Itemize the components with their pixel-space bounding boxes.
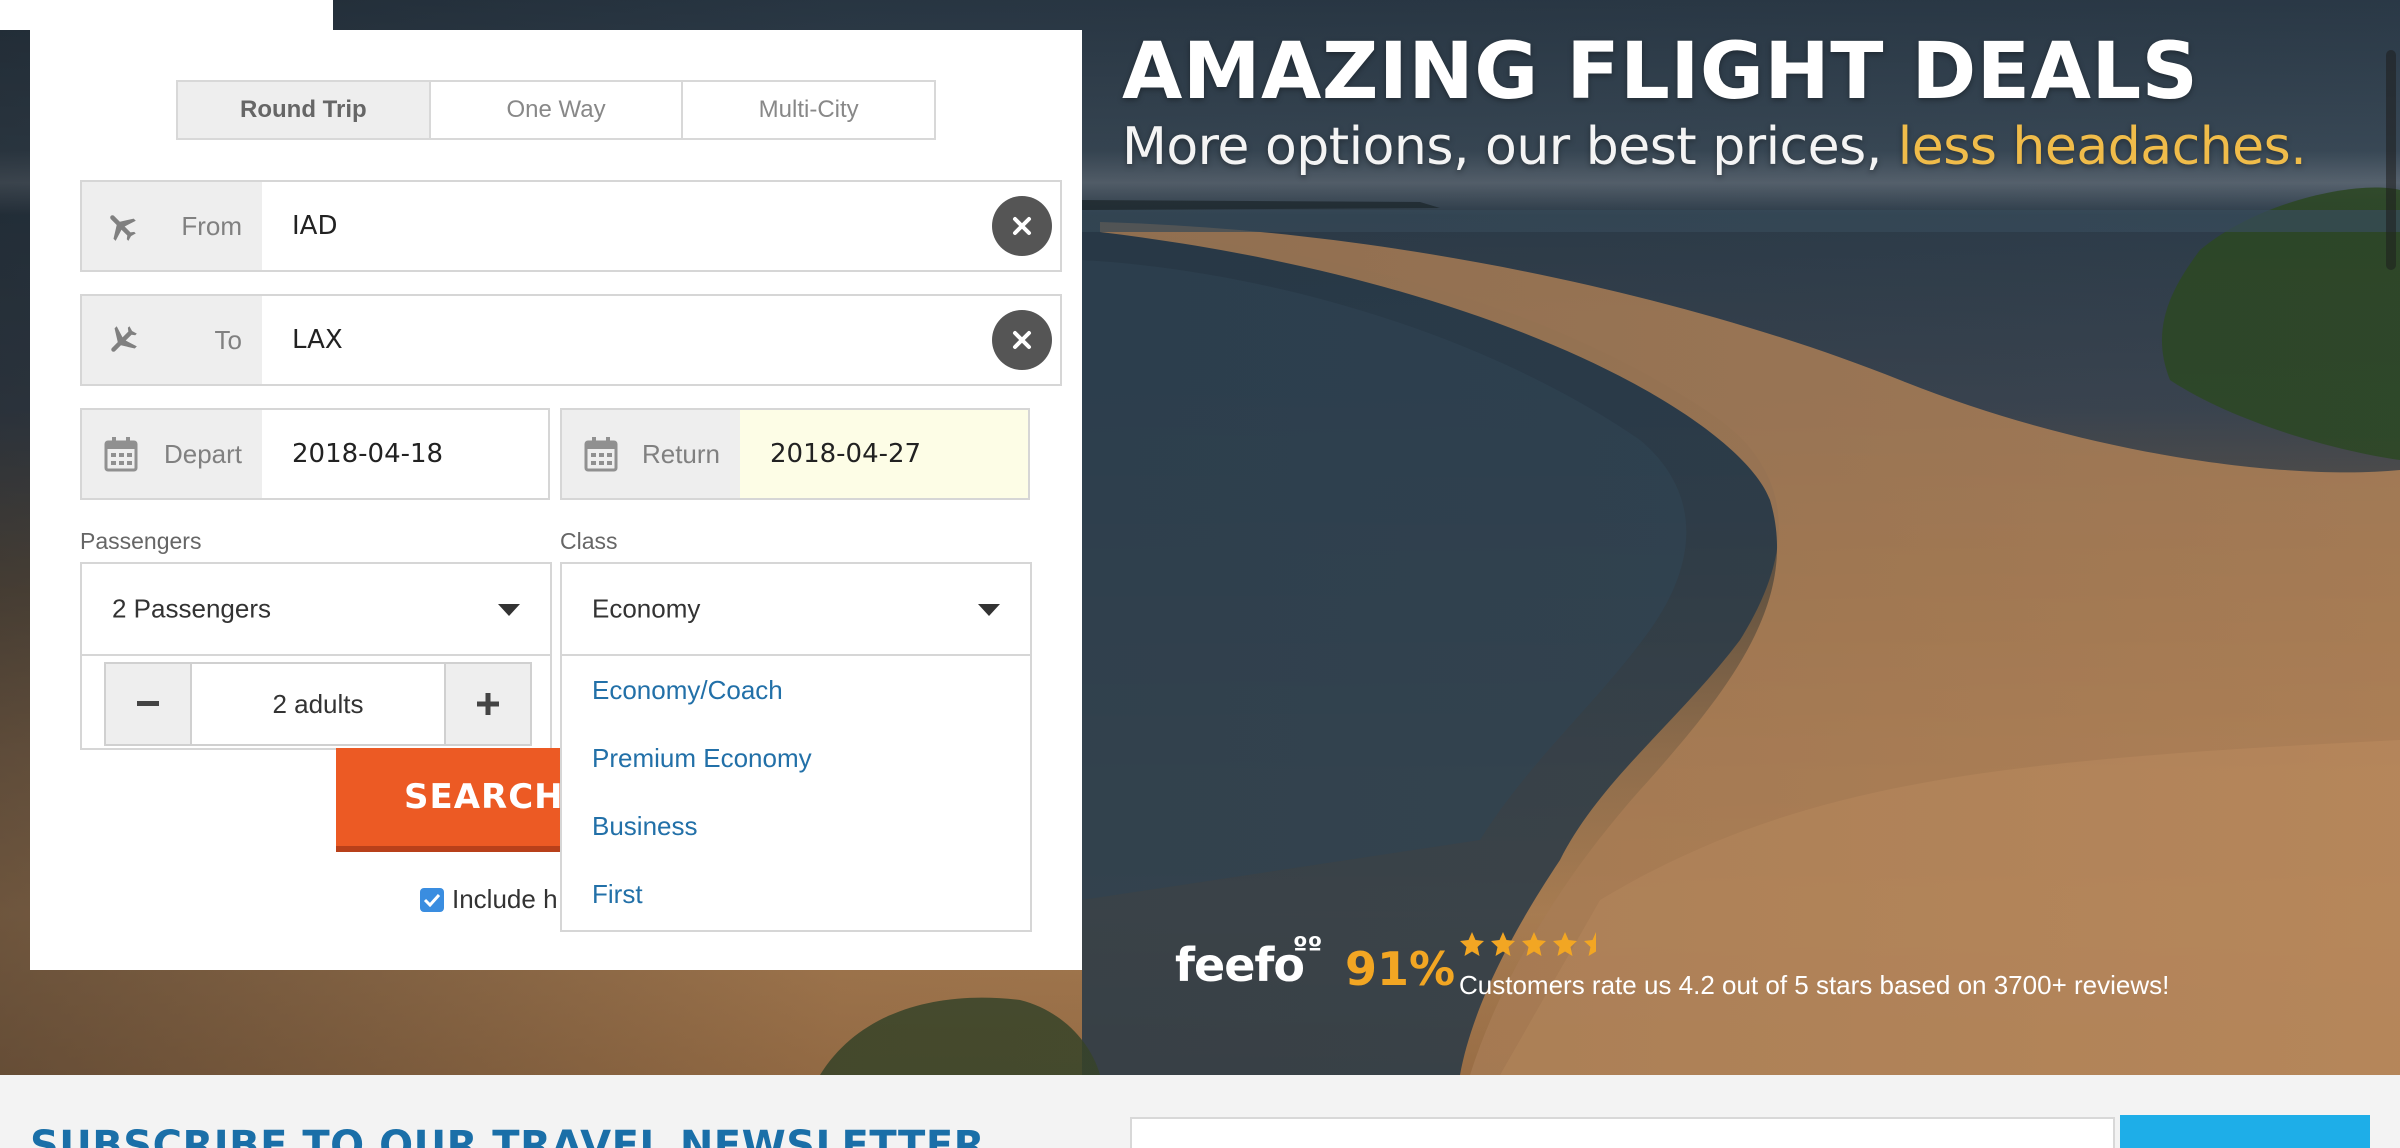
class-select[interactable]: Economy <box>560 562 1032 656</box>
newsletter-title: SUBSCRIBE TO OUR TRAVEL NEWSLETTER <box>30 1123 985 1148</box>
depart-label: Depart <box>163 438 242 469</box>
return-date-input[interactable] <box>740 410 1028 498</box>
decrement-adults-button[interactable] <box>106 664 192 744</box>
tab-round-trip[interactable]: Round Trip <box>178 82 429 138</box>
from-field: From <box>80 180 1062 272</box>
close-icon <box>1013 331 1031 349</box>
search-button[interactable]: SEARCH <box>336 748 582 852</box>
depart-date-input[interactable] <box>262 410 548 498</box>
return-label: Return <box>641 438 720 469</box>
newsletter-section: SUBSCRIBE TO OUR TRAVEL NEWSLETTER <box>0 1075 2400 1148</box>
passengers-select[interactable]: 2 Passengers <box>80 562 552 656</box>
increment-adults-button[interactable] <box>444 664 530 744</box>
depart-field: Depart <box>80 408 550 500</box>
return-field: Return <box>560 408 1030 500</box>
passengers-label: Passengers <box>80 528 202 554</box>
tab-one-way[interactable]: One Way <box>428 82 682 138</box>
star-rating-icon <box>1459 930 1619 968</box>
from-label-box: From <box>82 182 262 270</box>
return-label-box: Return <box>562 410 740 498</box>
plus-icon <box>477 693 499 715</box>
newsletter-subscribe-button[interactable] <box>2120 1115 2370 1148</box>
hero-subheadline: More options, our best prices, less head… <box>1122 112 2307 182</box>
minus-icon <box>137 701 159 706</box>
adults-count: 2 adults <box>272 688 364 719</box>
include-checkbox[interactable] <box>420 887 444 912</box>
calendar-icon <box>104 436 138 479</box>
panel-top-tab <box>0 0 333 30</box>
depart-label-box: Depart <box>82 410 262 498</box>
include-label: Include h <box>452 884 558 914</box>
caret-down-icon <box>498 603 520 621</box>
plane-takeoff-icon <box>104 208 140 251</box>
to-label-box: To <box>82 296 262 384</box>
passenger-stepper-box: 2 adults <box>80 656 552 750</box>
class-option-business[interactable]: Business <box>562 792 1030 860</box>
check-icon <box>423 893 441 907</box>
plane-landing-icon <box>104 322 140 365</box>
subline-accent: less headaches. <box>1897 117 2307 177</box>
class-selected: Economy <box>592 593 701 624</box>
calendar-icon <box>584 436 618 479</box>
clear-to-button[interactable] <box>992 310 1052 370</box>
class-dropdown-menu: Economy/Coach Premium Economy Business F… <box>560 656 1032 932</box>
include-hotels-option: Include h <box>420 884 558 915</box>
newsletter-email-input[interactable] <box>1130 1117 2115 1148</box>
feefo-logo-eyes: ºº <box>1293 932 1323 962</box>
class-option-economy-coach[interactable]: Economy/Coach <box>562 656 1030 724</box>
hero-headline: AMAZING FLIGHT DEALS <box>1122 27 2199 117</box>
to-label: To <box>214 324 242 355</box>
feefo-review-text: Customers rate us 4.2 out of 5 stars bas… <box>1459 970 2170 1000</box>
subline-main: More options, our best prices, <box>1122 117 1898 177</box>
trip-type-tabs: Round Trip One Way Multi-City <box>176 80 936 140</box>
class-option-premium-economy[interactable]: Premium Economy <box>562 724 1030 792</box>
tab-multi-city[interactable]: Multi-City <box>681 82 934 138</box>
to-field: To <box>80 294 1062 386</box>
stars-icon <box>1460 932 1596 956</box>
close-icon <box>1013 217 1031 235</box>
to-input[interactable] <box>262 296 962 384</box>
passengers-selected: 2 Passengers <box>112 593 271 624</box>
clear-from-button[interactable] <box>992 196 1052 256</box>
from-input[interactable] <box>262 182 962 270</box>
page-scrollbar[interactable] <box>2386 50 2396 270</box>
caret-down-icon <box>978 603 1000 621</box>
from-label: From <box>181 210 242 241</box>
adults-stepper: 2 adults <box>104 662 532 746</box>
class-label: Class <box>560 528 618 554</box>
class-option-first[interactable]: First <box>562 860 1030 928</box>
feefo-logo: feefo <box>1175 938 1305 992</box>
feefo-percent: 91% <box>1345 942 1456 996</box>
